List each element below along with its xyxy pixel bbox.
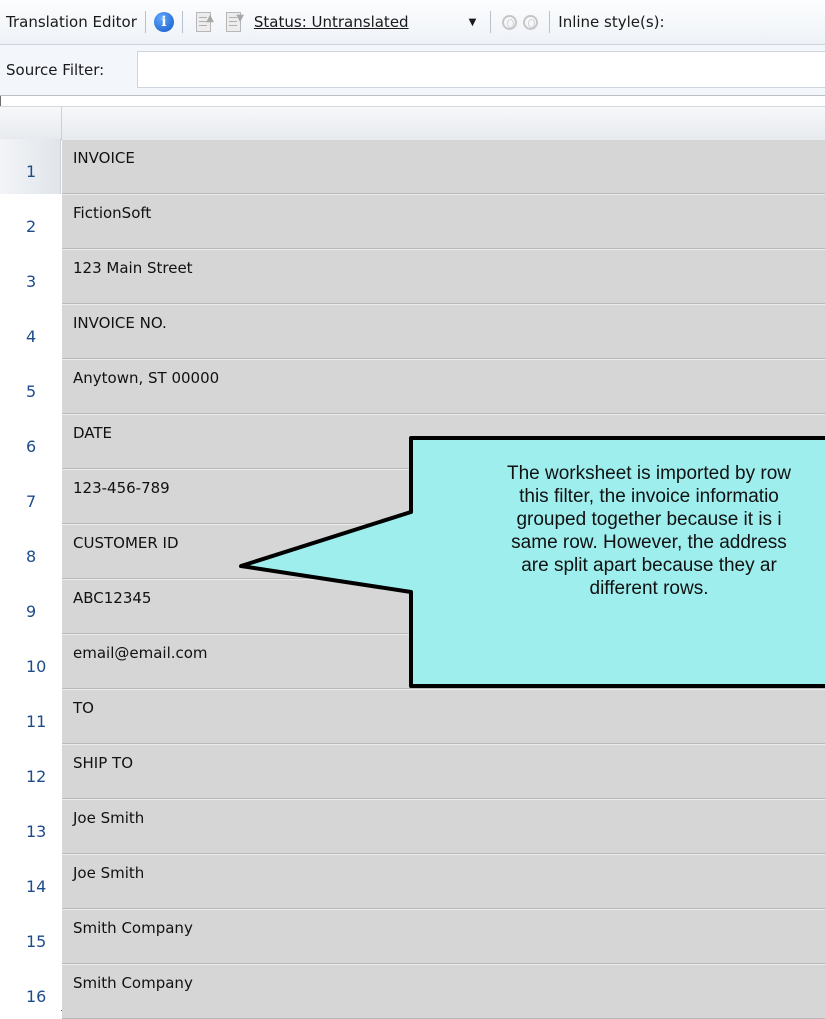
- callout-text: The worksheet is imported by row this fi…: [506, 463, 792, 599]
- callout-annotation: The worksheet is imported by row this fi…: [0, 0, 825, 1011]
